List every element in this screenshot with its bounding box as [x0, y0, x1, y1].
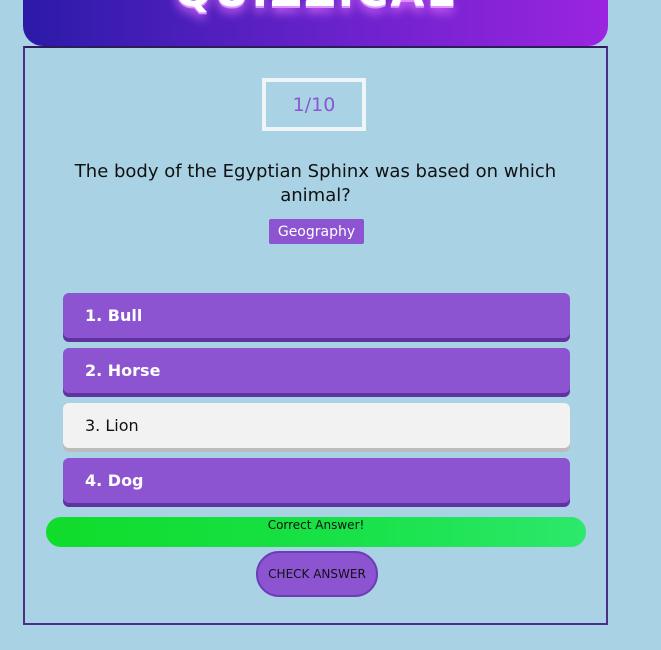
- answer-option-4[interactable]: 4. Dog: [63, 458, 570, 503]
- question-text: The body of the Egyptian Sphinx was base…: [74, 161, 557, 206]
- check-answer-button[interactable]: CHECK ANSWER: [256, 551, 378, 597]
- answer-option-3[interactable]: 3. Lion: [63, 403, 570, 448]
- question-counter: 1/10: [262, 78, 366, 131]
- page: QUIZZICAL 1/10 The body of the Egyptian …: [0, 0, 661, 650]
- answer-option-1[interactable]: 1. Bull: [63, 293, 570, 338]
- category-badge: Geography: [269, 219, 364, 244]
- result-banner: Correct Answer!: [46, 517, 586, 547]
- quiz-card: 1/10 The body of the Egyptian Sphinx was…: [23, 46, 608, 625]
- app-header: QUIZZICAL: [23, 0, 608, 46]
- app-logo: QUIZZICAL: [23, 0, 608, 17]
- answer-option-2[interactable]: 2. Horse: [63, 348, 570, 393]
- answer-list: 1. Bull 2. Horse 3. Lion 4. Dog: [63, 293, 570, 513]
